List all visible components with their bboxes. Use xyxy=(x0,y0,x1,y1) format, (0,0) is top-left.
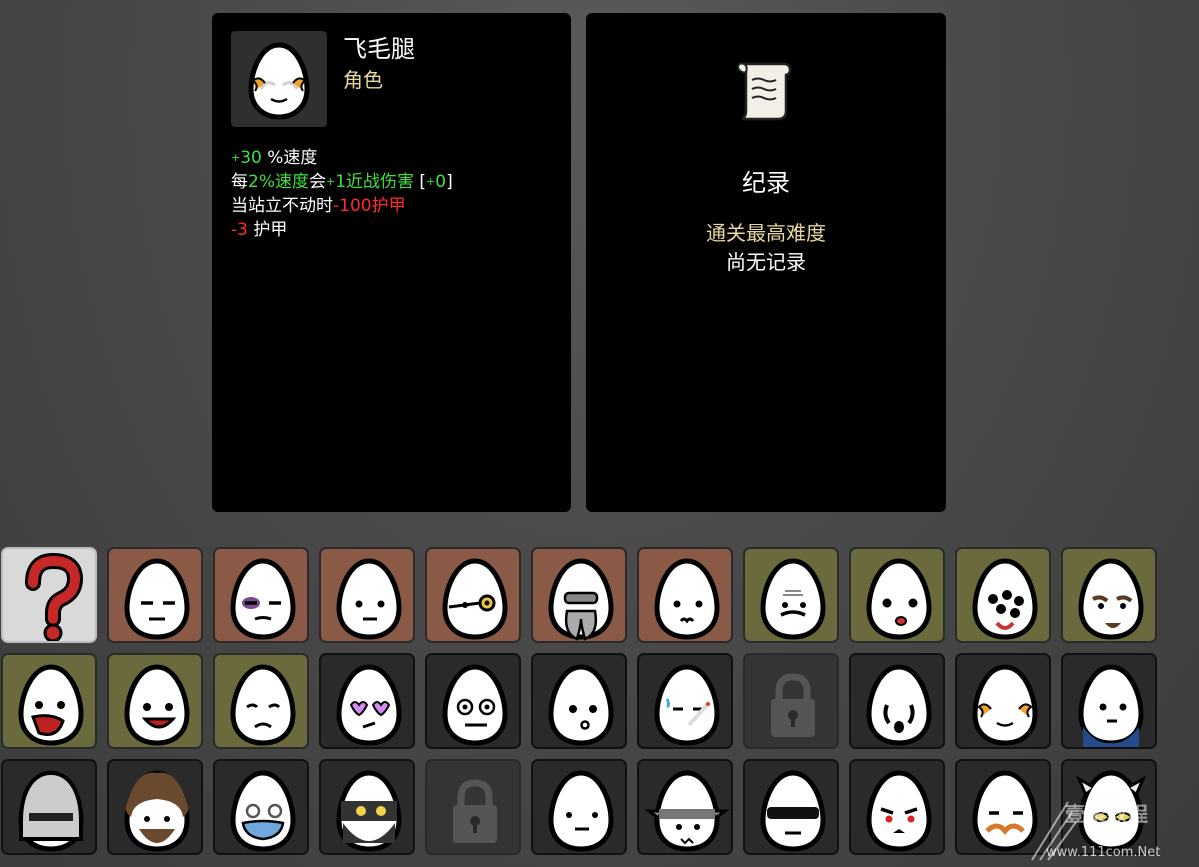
record-value: 尚无记录 xyxy=(726,250,806,274)
character-slot-blank[interactable] xyxy=(531,759,627,855)
character-slot-hairy[interactable] xyxy=(107,759,203,855)
locked-character-slot[interactable] xyxy=(425,759,521,855)
beard-goggles-egg-icon xyxy=(548,558,614,641)
ninja-egg-icon xyxy=(336,770,402,852)
screaming-egg-icon xyxy=(18,664,84,746)
random-character-button[interactable] xyxy=(1,547,97,643)
character-slot-old-mustache[interactable] xyxy=(743,547,839,643)
stat-segment: 0 xyxy=(435,172,447,192)
record-label: 通关最高难度 xyxy=(706,221,826,245)
character-slot-frown[interactable] xyxy=(107,547,203,643)
pout-egg-icon xyxy=(654,558,720,640)
hairy-egg-icon xyxy=(124,770,190,852)
character-slot-mustache-smug[interactable] xyxy=(955,759,1051,855)
character-slot-happy[interactable] xyxy=(107,653,203,749)
lock-icon xyxy=(771,673,815,737)
character-slot-derp[interactable] xyxy=(425,653,521,749)
sweat-cigar-egg-icon xyxy=(654,664,720,746)
record-title: 纪录 xyxy=(742,169,790,197)
medic-mask-egg-icon xyxy=(230,770,296,852)
spiked-egg-icon xyxy=(644,770,730,852)
scroll-icon xyxy=(736,62,792,121)
character-slot-many-eyes[interactable] xyxy=(955,547,1051,643)
suit-egg-icon xyxy=(1078,664,1144,747)
knight-helmet-egg-icon xyxy=(18,770,84,852)
character-slot-horned[interactable] xyxy=(1061,759,1157,855)
blank-egg-icon xyxy=(548,770,614,852)
character-slot-medic-mask[interactable] xyxy=(213,759,309,855)
mustache-smug-egg-icon xyxy=(972,770,1038,852)
old-mustache-egg-icon xyxy=(760,558,826,640)
character-stats: +30 %速度 每2%速度会+1近战伤害 [+0] 当站立不动时-100护甲 -3 护… xyxy=(231,146,453,242)
character-slot-surprised[interactable] xyxy=(849,547,945,643)
happy-egg-icon xyxy=(124,664,190,746)
stat-segment: ] xyxy=(446,172,453,192)
kiss-egg-icon xyxy=(548,664,614,746)
stat-line: 当站立不动时-100护甲 xyxy=(231,194,453,218)
stat-segment: -3 xyxy=(231,220,248,240)
character-slot-ninja[interactable] xyxy=(319,759,415,855)
many-eyes-egg-icon xyxy=(972,558,1038,640)
character-slot-bruised-eye[interactable] xyxy=(213,547,309,643)
stat-segment: 30 xyxy=(240,148,262,168)
bearded-egg-icon xyxy=(1078,558,1144,640)
record-panel: 纪录 通关最高难度 尚无记录 xyxy=(586,13,946,512)
character-slot-bearded[interactable] xyxy=(1061,547,1157,643)
stat-segment: 护甲 xyxy=(247,220,288,240)
stat-line: -3 护甲 xyxy=(231,218,453,242)
character-slot-angry[interactable] xyxy=(849,759,945,855)
character-slot-monocle[interactable] xyxy=(425,547,521,643)
stat-segment: -100护甲 xyxy=(333,196,406,216)
stat-segment: 2%速度 xyxy=(248,172,309,192)
stat-segment: 会 xyxy=(308,172,326,192)
character-slot-heart-glasses[interactable] xyxy=(319,653,415,749)
stat-segment: 1近战伤害 xyxy=(335,172,415,192)
character-slot-knight-helmet[interactable] xyxy=(1,759,97,855)
stat-segment: + xyxy=(426,175,436,188)
character-slot-speedy[interactable] xyxy=(955,653,1051,749)
angry-egg-icon xyxy=(866,770,932,852)
character-slot-spiked[interactable] xyxy=(637,759,733,855)
character-slot-neutral[interactable] xyxy=(319,547,415,643)
stat-segment: + xyxy=(231,151,241,164)
stat-segment: + xyxy=(325,175,336,188)
surprised-egg-icon xyxy=(866,558,932,640)
locked-character-slot[interactable] xyxy=(743,653,839,749)
stat-line: 每2%速度会+1近战伤害 [+0] xyxy=(231,170,453,194)
character-portrait xyxy=(231,31,327,127)
neutral-egg-icon xyxy=(336,558,402,640)
bruised-eye-egg-icon xyxy=(230,558,296,640)
sad-egg-icon xyxy=(230,664,296,746)
frown-egg-icon xyxy=(124,558,190,640)
derp-egg-icon xyxy=(442,664,508,746)
stat-segment: 当站立不动时 xyxy=(231,196,333,216)
speedy-egg-icon xyxy=(972,664,1038,746)
character-info-panel: 飞毛腿 角色 +30 %速度 每2%速度会+1近战伤害 [+0] 当站立不动时-10… xyxy=(212,13,571,512)
character-slot-sweat-cigar[interactable] xyxy=(637,653,733,749)
character-slot-sad[interactable] xyxy=(213,653,309,749)
lock-icon xyxy=(453,779,497,843)
stat-segment: %速度 xyxy=(261,148,318,168)
ghost-egg-icon xyxy=(866,664,932,746)
horned-egg-icon xyxy=(1075,770,1147,852)
character-slot-visor[interactable] xyxy=(743,759,839,855)
character-slot-kiss[interactable] xyxy=(531,653,627,749)
character-slot-screaming[interactable] xyxy=(1,653,97,749)
character-slot-ghost[interactable] xyxy=(849,653,945,749)
stat-segment: 每 xyxy=(231,172,248,192)
question-mark-icon xyxy=(25,552,84,641)
monocle-egg-icon xyxy=(442,558,508,640)
character-name: 飞毛腿 xyxy=(343,35,415,63)
visor-egg-icon xyxy=(760,770,826,852)
heart-glasses-egg-icon xyxy=(336,664,402,746)
stat-line: +30 %速度 xyxy=(231,146,453,170)
character-portrait-icon xyxy=(248,42,310,120)
character-slot-pout[interactable] xyxy=(637,547,733,643)
character-type: 角色 xyxy=(343,68,383,92)
stat-segment: [ xyxy=(414,172,427,192)
character-slot-suit[interactable] xyxy=(1061,653,1157,749)
character-slot-beard-goggles[interactable] xyxy=(531,547,627,643)
